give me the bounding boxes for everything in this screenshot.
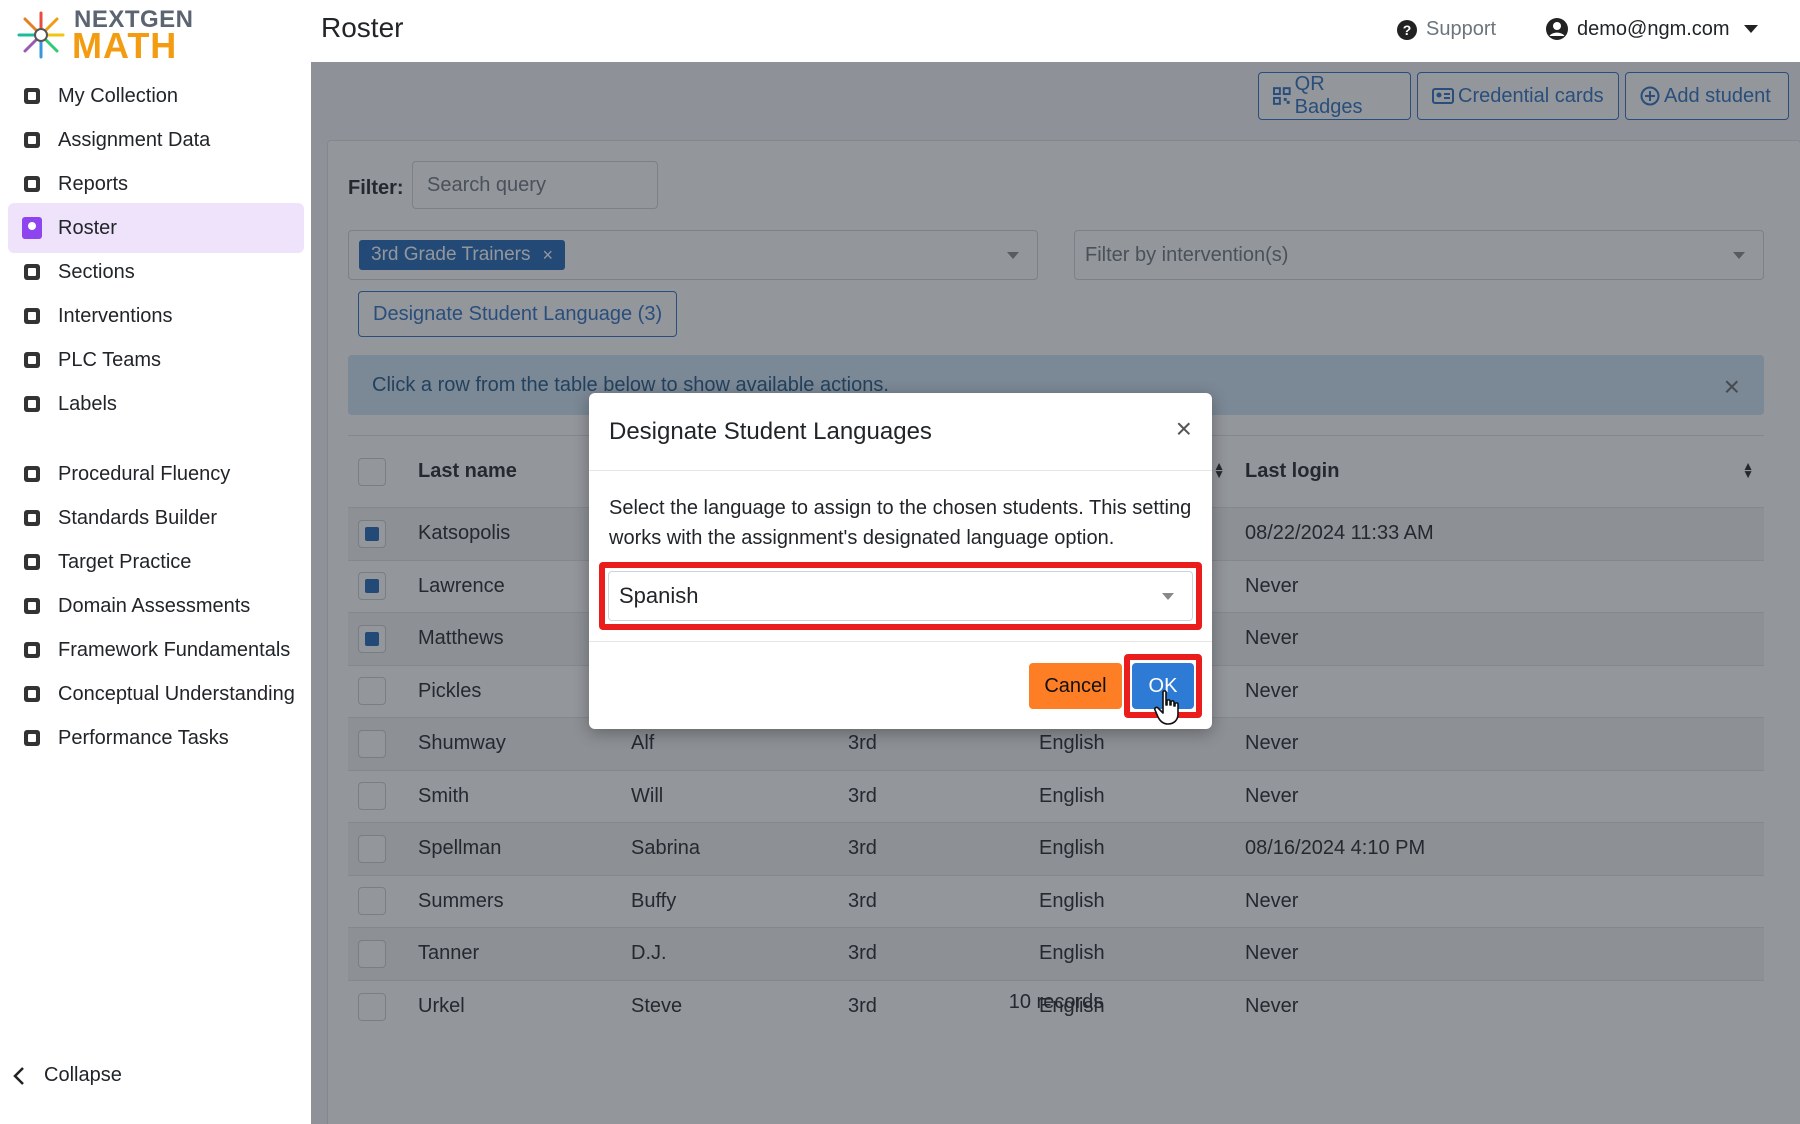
list-tree-icon [20,506,44,530]
sidebar-item-assignment-data[interactable]: Assignment Data [8,115,304,165]
chevron-left-icon [13,1066,24,1085]
shapes-icon [20,638,44,662]
sidebar-item-label: Domain Assessments [58,594,251,617]
designate-language-modal: Designate Student Languages × Select the… [589,393,1212,729]
tag-icon [20,392,44,416]
sidebar-item-label: My Collection [58,84,179,107]
logo-word-math: MATH [72,25,178,66]
people-group-icon [20,348,44,372]
modal-description: Select the language to assign to the cho… [609,497,1192,549]
contact-card-icon [20,216,44,240]
close-icon[interactable]: × [1176,413,1192,445]
chevron-down-icon [1162,593,1174,600]
support-label: Support [1426,18,1497,40]
sidebar-item-labels[interactable]: Labels [8,379,304,429]
seedling-hand-icon [20,304,44,328]
sidebar-item-domain-assessments[interactable]: Domain Assessments [8,581,304,631]
sidebar-item-label: PLC Teams [58,348,162,371]
sidebar-item-my-collection[interactable]: My Collection [8,71,304,121]
sidebar-item-label: Labels [58,392,117,415]
sidebar-item-reports[interactable]: Reports [8,159,304,209]
modal-divider [589,470,1212,471]
globe-icon [20,726,44,750]
page-title: Roster [321,12,404,43]
language-select-value: Spanish [619,583,699,608]
magnify-chart-icon [20,172,44,196]
grid-icon [20,462,44,486]
user-menu[interactable]: demo@ngm.com [1545,17,1758,41]
language-select[interactable]: Spanish [608,571,1193,621]
sidebar-item-performance-tasks[interactable]: Performance Tasks [8,713,304,763]
support-link[interactable]: ? Support [1396,18,1496,41]
sidebar-item-label: Standards Builder [58,506,217,529]
cancel-button[interactable]: Cancel [1029,663,1122,709]
sidebar-item-sections[interactable]: Sections [8,247,304,297]
sidebar-item-conceptual-understanding[interactable]: Conceptual Understanding [8,669,304,719]
svg-text:?: ? [1403,22,1412,38]
collapse-button[interactable]: Collapse [12,1064,122,1087]
books-icon [20,84,44,108]
sidebar: NEXTGEN MATH My Collection Assignment Dat… [0,0,311,1124]
dropdown-caret-icon [1743,25,1758,33]
head-icon [20,682,44,706]
sidebar-item-label: Assignment Data [58,128,211,151]
sidebar-item-label: Roster [58,216,117,239]
sidebar-item-label: Target Practice [58,550,192,573]
cubes-icon [20,594,44,618]
sidebar-item-label: Sections [58,260,135,283]
sidebar-item-label: Framework Fundamentals [58,638,291,661]
sidebar-item-target-practice[interactable]: Target Practice [8,537,304,587]
hand-pointer-icon [1154,690,1179,725]
logo-burst-icon [17,11,65,59]
help-icon: ? [1397,19,1417,40]
sidebar-item-standards-builder[interactable]: Standards Builder [8,493,304,543]
top-header: Roster ? Support demo@ngm.com [311,0,1800,62]
sidebar-item-label: Performance Tasks [58,726,229,749]
sidebar-item-procedural-fluency[interactable]: Procedural Fluency [8,449,304,499]
classroom-icon [20,260,44,284]
sidebar-item-label: Interventions [58,304,173,327]
sidebar-item-framework-fundamentals[interactable]: Framework Fundamentals [8,625,304,675]
sidebar-item-interventions[interactable]: Interventions [8,291,304,341]
user-email: demo@ngm.com [1577,17,1730,40]
sidebar-item-label: Reports [58,172,129,195]
collapse-label: Collapse [44,1064,122,1086]
sidebar-item-label: Procedural Fluency [58,462,231,485]
target-icon [20,550,44,574]
logo[interactable]: NEXTGEN MATH [16,6,216,66]
modal-title: Designate Student Languages [609,418,932,445]
bar-chart-icon [20,128,44,152]
sidebar-item-roster[interactable]: Roster [8,203,304,253]
sidebar-item-plc-teams[interactable]: PLC Teams [8,335,304,385]
modal-divider [589,641,1212,642]
user-avatar-icon [1546,18,1568,40]
sidebar-item-label: Conceptual Understanding [58,682,295,705]
